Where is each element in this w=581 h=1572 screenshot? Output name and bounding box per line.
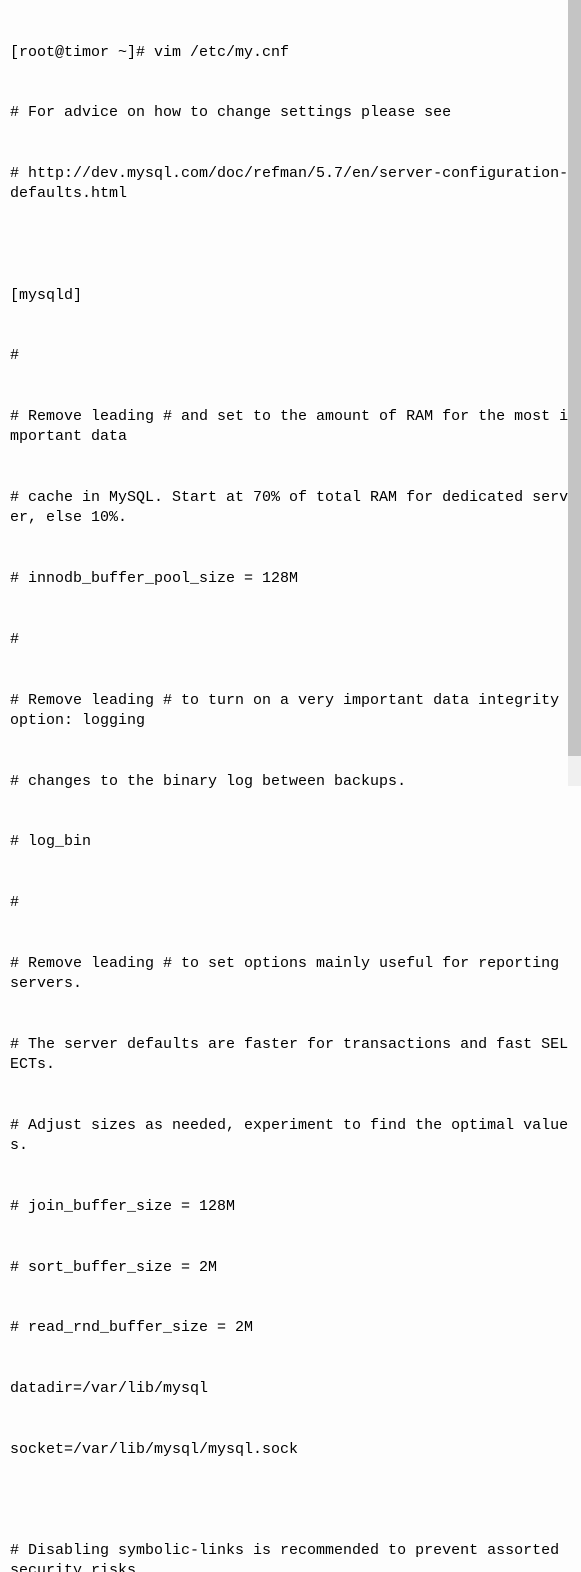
terminal-line: # The server defaults are faster for tra… — [10, 1035, 571, 1076]
scrollbar-thumb[interactable] — [568, 0, 581, 756]
terminal-line: # log_bin — [10, 832, 571, 852]
terminal-line: # sort_buffer_size = 2M — [10, 1258, 571, 1278]
terminal-line: # — [10, 893, 571, 913]
terminal-line: socket=/var/lib/mysql/mysql.sock — [10, 1440, 571, 1460]
scrollbar-track[interactable] — [568, 0, 581, 786]
terminal-line: # Remove leading # and set to the amount… — [10, 407, 571, 448]
terminal-line: # Adjust sizes as needed, experiment to … — [10, 1116, 571, 1157]
terminal-line: # http://dev.mysql.com/doc/refman/5.7/en… — [10, 164, 571, 205]
terminal-line: # Remove leading # to turn on a very imp… — [10, 691, 571, 732]
terminal-output[interactable]: [root@timor ~]# vim /etc/my.cnf # For ad… — [0, 0, 581, 1572]
terminal-line: # Disabling symbolic-links is recommende… — [10, 1541, 571, 1572]
terminal-line: [root@timor ~]# vim /etc/my.cnf — [10, 43, 571, 63]
terminal-line: # For advice on how to change settings p… — [10, 103, 571, 123]
terminal-line: datadir=/var/lib/mysql — [10, 1379, 571, 1399]
terminal-line: # join_buffer_size = 128M — [10, 1197, 571, 1217]
terminal-line: # cache in MySQL. Start at 70% of total … — [10, 488, 571, 529]
terminal-line: [mysqld] — [10, 286, 571, 306]
terminal-line: # read_rnd_buffer_size = 2M — [10, 1318, 571, 1338]
terminal-line: # — [10, 630, 571, 650]
terminal-line: # innodb_buffer_pool_size = 128M — [10, 569, 571, 589]
terminal-line: # changes to the binary log between back… — [10, 772, 571, 792]
terminal-line: # Remove leading # to set options mainly… — [10, 954, 571, 995]
terminal-line: # — [10, 346, 571, 366]
